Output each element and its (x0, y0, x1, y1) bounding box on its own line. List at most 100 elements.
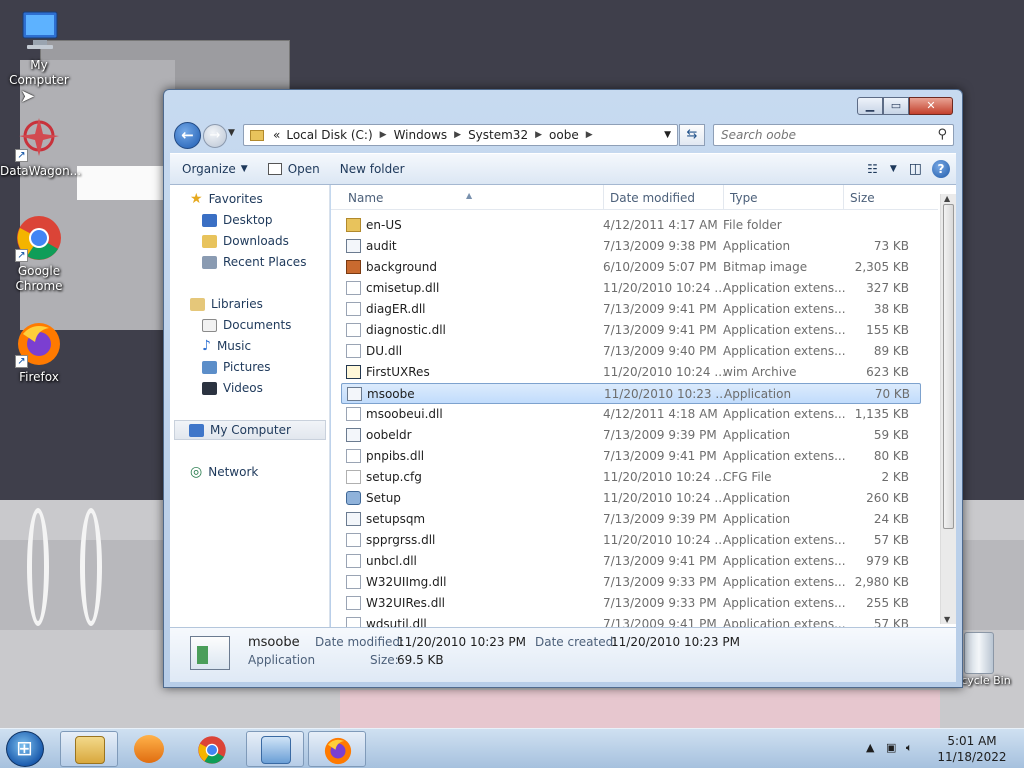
refresh-button[interactable]: ⇆ (679, 124, 705, 146)
file-row[interactable]: diagER.dll 7/13/2009 9:41 PM Application e… (341, 299, 921, 320)
column-name[interactable]: Name (348, 191, 383, 205)
file-row[interactable]: setupsqm 7/13/2009 9:39 PM Application 24 K… (341, 509, 921, 530)
column-date-modified[interactable]: Date modified (610, 191, 695, 205)
close-button[interactable]: ✕ (909, 97, 953, 115)
desktop-icon-firefox[interactable]: ↗ Firefox (0, 320, 78, 385)
column-size[interactable]: Size (850, 191, 875, 205)
scroll-down-icon[interactable]: ▼ (944, 615, 950, 624)
folder-icon (346, 218, 361, 232)
file-row[interactable]: en-US 4/12/2011 4:17 AM File folder (341, 215, 921, 236)
help-icon[interactable]: ? (932, 160, 950, 178)
nav-documents[interactable]: Documents (202, 315, 291, 335)
preview-pane-icon[interactable]: ◫ (903, 161, 928, 177)
file-size: 623 KB (866, 365, 909, 379)
desktop-icon-chrome[interactable]: ↗ Google Chrome (0, 214, 78, 294)
network-status-icon[interactable]: ▣ (886, 741, 896, 754)
file-row[interactable]: W32UIRes.dll 7/13/2009 9:33 PM Application… (341, 593, 921, 614)
open-button[interactable]: Open (258, 162, 330, 176)
forward-button[interactable]: → (203, 124, 227, 148)
taskbar-chrome-button[interactable] (183, 731, 241, 767)
vertical-scrollbar[interactable]: ▲ ▼ (940, 194, 956, 624)
nav-recent-places[interactable]: Recent Places (202, 252, 306, 272)
nav-downloads[interactable]: Downloads (202, 231, 289, 251)
nav-music[interactable]: ♪ Music (202, 336, 251, 356)
file-row[interactable]: Setup 11/20/2010 10:24 ... Application 260 … (341, 488, 921, 509)
change-view-icon[interactable]: ☷ (861, 162, 884, 176)
breadcrumb-system32[interactable]: System32 (465, 128, 531, 142)
file-type: Application extens... (723, 554, 846, 568)
file-row[interactable]: DU.dll 7/13/2009 9:40 PM Application exten… (341, 341, 921, 362)
recent-pages-chevron-icon[interactable]: ▼ (228, 128, 235, 138)
file-row[interactable]: msoobeui.dll 4/12/2011 4:18 AM Application… (341, 404, 921, 425)
file-row[interactable]: msoobe 11/20/2010 10:23 ... Application 70 … (341, 383, 921, 404)
nav-favorites[interactable]: ★ Favorites (190, 189, 263, 209)
file-row[interactable]: oobeldr 7/13/2009 9:39 PM Application 59 KB (341, 425, 921, 446)
maximize-button[interactable]: ▭ (883, 97, 909, 115)
file-size: 24 KB (873, 512, 909, 526)
scroll-up-icon[interactable]: ▲ (944, 194, 950, 203)
nav-pictures[interactable]: Pictures (202, 357, 271, 377)
file-row[interactable]: setup.cfg 11/20/2010 10:24 ... CFG File 2 K… (341, 467, 921, 488)
clock[interactable]: 5:01 AM 11/18/2022 (930, 733, 1014, 765)
file-name: setup.cfg (366, 470, 422, 484)
column-divider[interactable] (603, 185, 604, 210)
file-size: 57 KB (873, 533, 909, 547)
breadcrumb-separator-icon[interactable]: ▶ (582, 130, 597, 140)
scrollbar-thumb[interactable] (943, 204, 954, 529)
command-bar: Organize ▼ Open New folder ☷ ▼ ◫ ? (170, 153, 956, 185)
file-list: ▲ Name Date modified Type Size en-US 4/12… (331, 185, 956, 627)
file-date-modified: 7/13/2009 9:33 PM (603, 596, 717, 610)
nav-videos[interactable]: Videos (202, 378, 263, 398)
column-type[interactable]: Type (730, 191, 758, 205)
show-hidden-icons-icon[interactable]: ▲ (866, 741, 874, 754)
breadcrumb-oobe[interactable]: oobe (546, 128, 582, 142)
file-row[interactable]: audit 7/13/2009 9:38 PM Application 73 KB (341, 236, 921, 257)
back-button[interactable]: ← (174, 122, 201, 149)
nav-desktop[interactable]: Desktop (202, 210, 273, 230)
view-options-chevron-icon[interactable]: ▼ (884, 164, 903, 174)
taskbar-explorer-button[interactable] (60, 731, 118, 767)
details-size-label: Size: (370, 653, 399, 667)
minimize-button[interactable]: ▁ (857, 97, 883, 115)
nav-my-computer[interactable]: My Computer (174, 420, 326, 440)
file-row[interactable]: spprgrss.dll 11/20/2010 10:24 ... Applicat… (341, 530, 921, 551)
nav-network[interactable]: ◎ Network (190, 462, 258, 482)
file-row[interactable]: wdsutil.dll 7/13/2009 9:41 PM Application … (341, 614, 921, 627)
file-row[interactable]: FirstUXRes 11/20/2010 10:24 ... wim Archiv… (341, 362, 921, 383)
address-dropdown-icon[interactable]: ▼ (664, 130, 677, 140)
file-row[interactable]: background 6/10/2009 5:07 PM Bitmap image 2… (341, 257, 921, 278)
file-date-modified: 7/13/2009 9:39 PM (603, 512, 717, 526)
taskbar-remote-desktop-button[interactable] (246, 731, 304, 767)
organize-button[interactable]: Organize ▼ (170, 162, 258, 176)
desktop-icon-datawagon[interactable]: ↗ DataWagon... (0, 114, 81, 179)
open-label: Open (287, 162, 320, 176)
search-input[interactable] (714, 125, 924, 145)
breadcrumb-separator-icon[interactable]: ▶ (531, 130, 546, 140)
breadcrumb-windows[interactable]: Windows (391, 128, 451, 142)
file-type: Application (723, 428, 791, 442)
desktop-icon-my-computer[interactable]: My Computer (0, 8, 78, 88)
file-row[interactable]: W32UIImg.dll 7/13/2009 9:33 PM Application… (341, 572, 921, 593)
nav-libraries[interactable]: Libraries (190, 294, 263, 314)
breadcrumb-separator-icon[interactable]: ▶ (450, 130, 465, 140)
breadcrumb-local-disk[interactable]: Local Disk (C:) (283, 128, 375, 142)
file-name: wdsutil.dll (366, 617, 427, 627)
breadcrumb-separator-icon[interactable]: ▶ (376, 130, 391, 140)
start-button[interactable] (6, 731, 44, 767)
new-folder-button[interactable]: New folder (330, 162, 415, 176)
file-row[interactable]: unbcl.dll 7/13/2009 9:41 PM Application ex… (341, 551, 921, 572)
address-bar[interactable]: « Local Disk (C:) ▶ Windows ▶ System32 ▶… (243, 124, 678, 146)
file-row[interactable]: cmisetup.dll 11/20/2010 10:24 ... Applicat… (341, 278, 921, 299)
volume-icon[interactable]: 🔈︎ (906, 741, 913, 754)
address-overflow[interactable]: « (270, 128, 283, 142)
search-box[interactable]: ⚲ (713, 124, 954, 146)
file-row[interactable]: diagnostic.dll 7/13/2009 9:41 PM Applicati… (341, 320, 921, 341)
dll-file-icon (346, 596, 361, 610)
search-icon[interactable]: ⚲ (937, 127, 947, 142)
column-divider[interactable] (843, 185, 844, 210)
taskbar-firefox-button[interactable] (308, 731, 366, 767)
file-row[interactable]: pnpibs.dll 7/13/2009 9:41 PM Application e… (341, 446, 921, 467)
column-divider[interactable] (723, 185, 724, 210)
taskbar-media-player-button[interactable] (120, 731, 178, 767)
desktop-icon-label: Google Chrome (15, 264, 63, 293)
